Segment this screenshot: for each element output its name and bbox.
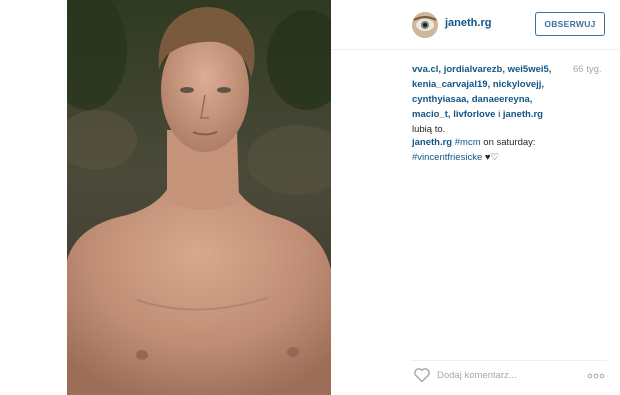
caption-emoji: ♥♡ bbox=[484, 152, 500, 163]
likes-list: vva.cl, jordialvarezb, wei5wei5, kenia_c… bbox=[412, 64, 552, 135]
like-user-link[interactable]: danaeereyna bbox=[472, 94, 530, 105]
caption-hashtag[interactable]: #mcm bbox=[455, 137, 481, 148]
like-user-link[interactable]: vva.cl bbox=[412, 64, 438, 75]
caption-username[interactable]: janeth.rg bbox=[412, 137, 452, 148]
header-username[interactable]: janeth.rg bbox=[445, 17, 491, 29]
post-sidebar: janeth.rg OBSERWUJ vva.cl, jordialvarezb… bbox=[331, 0, 620, 395]
like-user-link[interactable]: jordialvarezb bbox=[444, 64, 503, 75]
like-user-link[interactable]: nickylovejj bbox=[493, 79, 542, 90]
likes-suffix: lubią to. bbox=[412, 124, 446, 135]
follow-button[interactable]: OBSERWUJ bbox=[535, 12, 605, 36]
like-user-link[interactable]: livforlove bbox=[453, 109, 495, 120]
more-options-icon[interactable] bbox=[587, 369, 605, 381]
comment-input[interactable] bbox=[437, 366, 577, 384]
like-user-link[interactable]: wei5wei5 bbox=[508, 64, 549, 75]
post-image[interactable] bbox=[67, 0, 331, 395]
post-header: janeth.rg OBSERWUJ bbox=[331, 0, 620, 50]
post-caption: janeth.rg #mcm on saturday: #vincentfrie… bbox=[412, 135, 592, 165]
like-user-link[interactable]: janeth.rg bbox=[503, 109, 543, 120]
heart-icon[interactable] bbox=[413, 367, 431, 383]
caption-mention[interactable]: #vincentfriesicke bbox=[412, 152, 482, 163]
post-timestamp[interactable]: 66 tyg. bbox=[573, 64, 602, 75]
post-footer bbox=[411, 360, 607, 390]
likes-and-word: i bbox=[498, 109, 501, 120]
avatar-icon[interactable] bbox=[412, 12, 438, 38]
caption-text: on saturday: bbox=[483, 137, 536, 148]
like-user-link[interactable]: kenia_carvajal19 bbox=[412, 79, 488, 90]
like-user-link[interactable]: cynthyiasaa bbox=[412, 94, 466, 105]
like-user-link[interactable]: macio_t bbox=[412, 109, 448, 120]
